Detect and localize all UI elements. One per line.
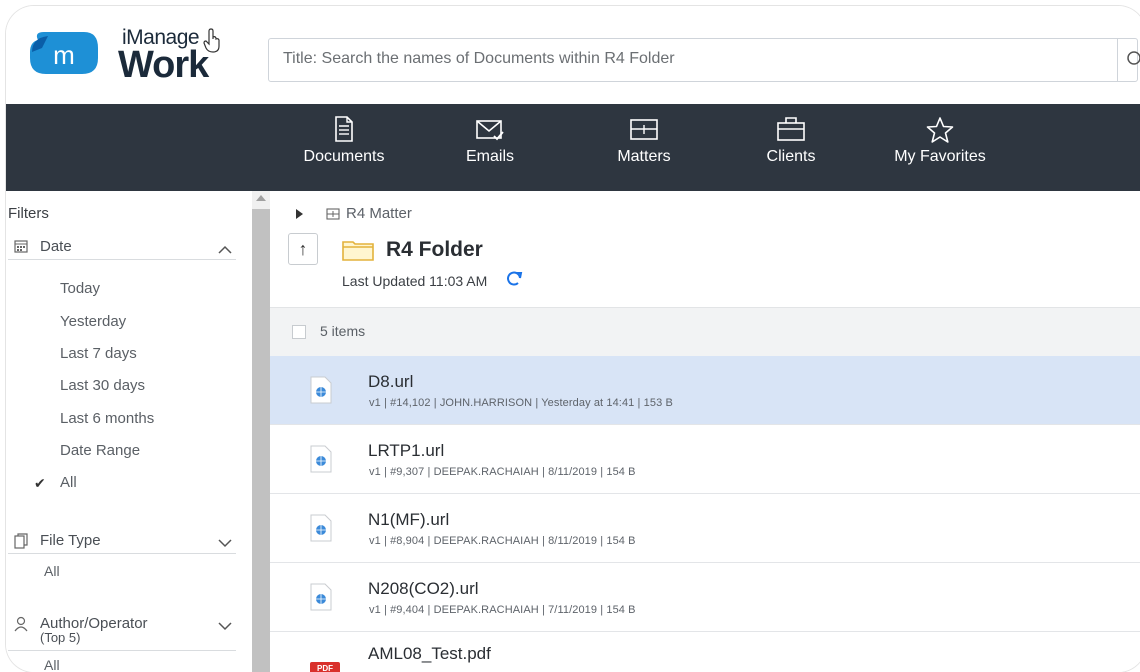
expand-triangle-icon[interactable]: [296, 209, 303, 219]
app-header: m iManage Work: [6, 6, 1140, 105]
nav-my-favorites-label: My Favorites: [894, 148, 986, 165]
file-type-value: All: [44, 563, 60, 579]
pdf-file-icon: PDF: [310, 652, 340, 672]
briefcase-icon: [777, 117, 805, 141]
nav-emails[interactable]: Emails: [450, 104, 530, 191]
select-all-checkbox[interactable]: [292, 325, 306, 339]
app-window: m iManage Work Documents: [6, 6, 1140, 672]
main-nav: Documents Emails Matters Clients My Favo…: [6, 104, 1140, 191]
last-updated-text: Last Updated 11:03 AM: [342, 273, 488, 289]
document-meta: v1 | #9,404 | DEEPAK.RACHAIAH | 7/11/201…: [369, 604, 636, 616]
person-icon: [14, 616, 28, 636]
document-meta: v1 | #8,904 | DEEPAK.RACHAIAH | 8/11/201…: [369, 535, 636, 547]
logo-text-work: Work: [118, 44, 209, 86]
breadcrumb-matter[interactable]: R4 Matter: [346, 205, 412, 222]
up-folder-button[interactable]: ↑: [288, 233, 318, 265]
date-option-yesterday[interactable]: Yesterday: [60, 313, 126, 330]
chevron-down-icon[interactable]: [218, 535, 232, 552]
document-icon: [335, 116, 353, 142]
document-name[interactable]: D8.url: [368, 372, 413, 392]
date-option-last-30-days[interactable]: Last 30 days: [60, 377, 145, 394]
nav-clients-label: Clients: [766, 148, 816, 165]
search-box: [268, 38, 1140, 82]
document-name[interactable]: AML08_Test.pdf: [368, 644, 491, 664]
nav-clients[interactable]: Clients: [751, 104, 831, 191]
date-option-date-range[interactable]: Date Range: [60, 442, 140, 459]
nav-documents[interactable]: Documents: [294, 104, 394, 191]
document-row[interactable]: PDF AML08_Test.pdf: [270, 632, 1140, 672]
document-row[interactable]: D8.url v1 | #14,102 | JOHN.HARRISON | Ye…: [270, 356, 1140, 425]
date-option-all[interactable]: All: [60, 474, 77, 491]
hand-pointer-icon: [202, 28, 222, 59]
nav-emails-label: Emails: [465, 148, 514, 165]
calendar-icon: [14, 239, 28, 257]
refresh-icon[interactable]: [504, 269, 524, 294]
folder-title: R4 Folder: [386, 238, 483, 261]
document-name[interactable]: LRTP1.url: [368, 441, 444, 461]
document-row[interactable]: N208(CO2).url v1 | #9,404 | DEEPAK.RACHA…: [270, 563, 1140, 632]
url-file-icon: [310, 445, 332, 478]
email-icon: [476, 120, 504, 141]
sidebar-scrollbar-thumb[interactable]: [252, 209, 270, 672]
chevron-up-icon[interactable]: [218, 241, 232, 258]
scroll-up-arrow-icon[interactable]: [256, 195, 266, 201]
search-button[interactable]: [1117, 38, 1140, 82]
pdf-badge-text: PDF: [317, 664, 333, 672]
document-list-panel: R4 Matter ↑ R4 Folder Last Updated 11:03…: [270, 191, 1140, 672]
document-meta: v1 | #9,307 | DEEPAK.RACHAIAH | 8/11/201…: [369, 466, 636, 478]
filter-author-sublabel: (Top 5): [40, 630, 81, 645]
logo-badge-text: m: [53, 40, 75, 70]
search-icon: [1127, 51, 1140, 65]
nav-matters[interactable]: Matters: [602, 104, 686, 191]
date-option-today[interactable]: Today: [60, 280, 100, 297]
search-input[interactable]: [269, 39, 1117, 79]
document-name[interactable]: N1(MF).url: [368, 510, 449, 530]
filters-sidebar: Filters Date Today Yesterday Last 7 days…: [6, 191, 252, 672]
nav-documents-label: Documents: [303, 148, 385, 165]
imanage-logo[interactable]: m: [28, 28, 100, 78]
document-row[interactable]: N1(MF).url v1 | #8,904 | DEEPAK.RACHAIAH…: [270, 494, 1140, 563]
filters-title: Filters: [8, 205, 49, 222]
url-file-icon: [310, 376, 332, 409]
date-option-last-7-days[interactable]: Last 7 days: [60, 345, 137, 362]
document-meta: v1 | #14,102 | JOHN.HARRISON | Yesterday…: [369, 397, 673, 409]
nav-my-favorites[interactable]: My Favorites: [882, 104, 998, 191]
date-option-last-6-months[interactable]: Last 6 months: [60, 410, 154, 427]
list-header: 5 items: [270, 307, 1140, 357]
matter-icon: [326, 207, 340, 224]
star-icon: [926, 117, 954, 143]
item-count: 5 items: [320, 323, 366, 339]
filter-author-header[interactable]: Author/Operator (Top 5): [8, 614, 236, 651]
nav-matters-label: Matters: [617, 148, 671, 165]
filter-file-type-label: File Type: [40, 532, 101, 549]
filter-file-type-header[interactable]: File Type: [8, 531, 236, 554]
matter-icon: [630, 119, 658, 140]
file-type-icon: [14, 533, 28, 553]
author-value: All: [44, 657, 60, 672]
folder-icon: [342, 239, 374, 266]
url-file-icon: [310, 514, 332, 547]
checkmark-icon: ✔: [34, 475, 46, 491]
url-file-icon: [310, 583, 332, 616]
document-name[interactable]: N208(CO2).url: [368, 579, 479, 599]
filter-date-label: Date: [40, 238, 72, 255]
filter-date-header[interactable]: Date: [8, 237, 236, 260]
chevron-down-icon[interactable]: [218, 618, 232, 635]
document-row[interactable]: LRTP1.url v1 | #9,307 | DEEPAK.RACHAIAH …: [270, 425, 1140, 494]
